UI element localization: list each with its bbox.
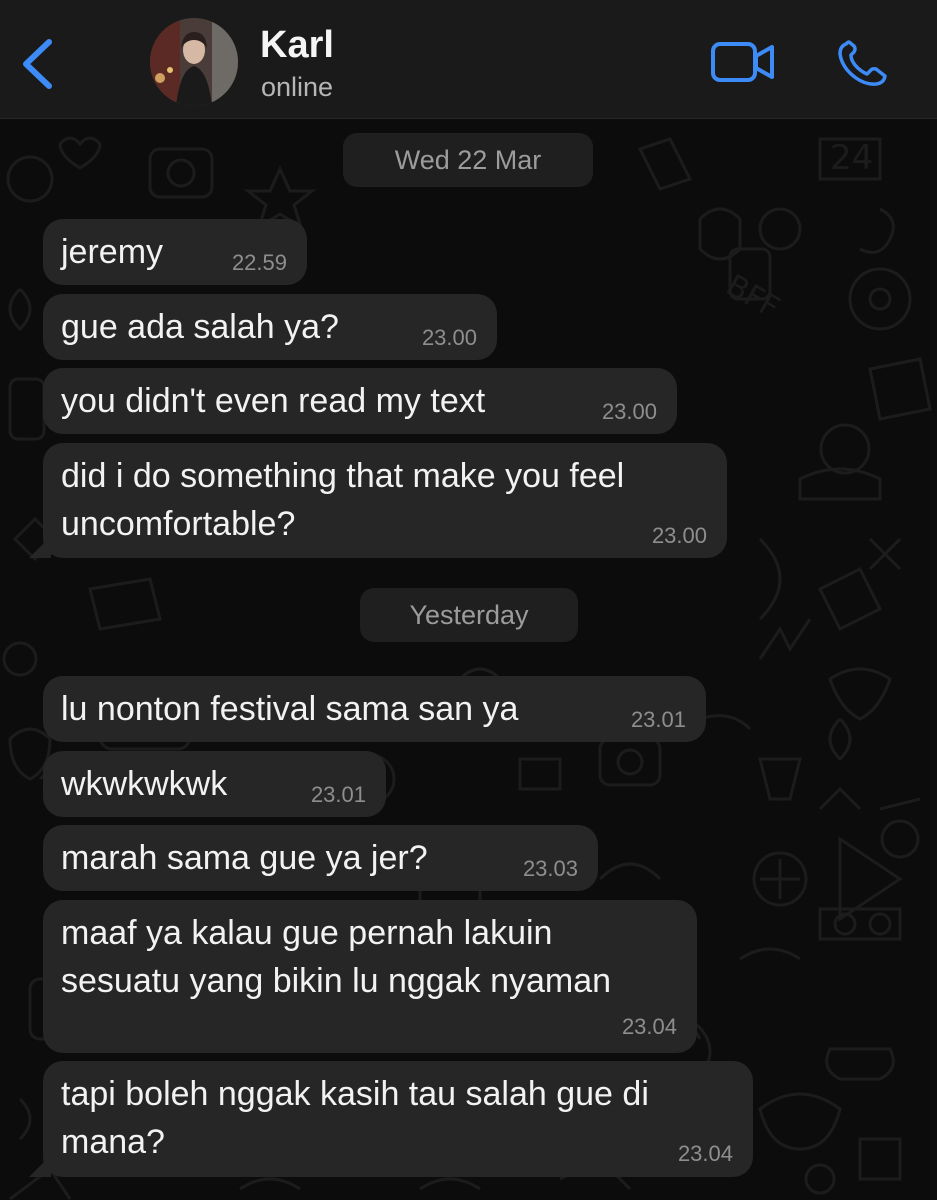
bubble-tail: [29, 1155, 51, 1177]
message-text-line: tapi boleh nggak kasih tau salah gue di: [61, 1075, 649, 1113]
message-time: 23.01: [630, 707, 686, 732]
chat-area[interactable]: 24 BFF Wed 22 Mar Yesterday jeremy 22.59…: [0, 119, 937, 1200]
message-time: 23.00: [601, 399, 657, 424]
svg-text:24: 24: [830, 138, 873, 178]
message-bubble[interactable]: did i do something that make you feel un…: [29, 443, 727, 558]
message-text-line: sesuatu yang bikin lu nggak nyaman: [61, 962, 612, 1000]
message-text-line: did i do something that make you feel: [61, 457, 625, 495]
message-time: 23.04: [677, 1141, 733, 1166]
message-text: you didn't even read my text: [61, 382, 486, 420]
message-bubble[interactable]: gue ada salah ya? 23.00: [43, 294, 497, 360]
message-text-line: uncomfortable?: [61, 505, 296, 543]
message-time: 23.03: [522, 856, 578, 881]
phone-icon: [838, 40, 887, 86]
avatar[interactable]: [150, 18, 238, 106]
message-text: wkwkwkwk: [61, 765, 228, 803]
message-text: lu nonton festival sama san ya: [61, 690, 519, 728]
chat-header: Karl online: [0, 0, 937, 119]
voice-call-button[interactable]: [836, 38, 890, 88]
video-camera-icon: [711, 42, 774, 82]
message-bubble[interactable]: marah sama gue ya jer? 23.03: [43, 825, 598, 891]
message-bubble[interactable]: maaf ya kalau gue pernah lakuin sesuatu …: [43, 900, 697, 1053]
avatar-photo: [150, 18, 238, 106]
message-bubble[interactable]: tapi boleh nggak kasih tau salah gue di …: [29, 1061, 753, 1177]
contact-name[interactable]: Karl: [260, 24, 334, 67]
message-time: 23.00: [651, 523, 707, 548]
message-text-line: mana?: [61, 1123, 165, 1161]
date-separator: Wed 22 Mar: [343, 133, 593, 187]
message-time: 23.01: [310, 782, 366, 807]
message-text: gue ada salah ya?: [61, 308, 339, 346]
message-bubble[interactable]: lu nonton festival sama san ya 23.01: [43, 676, 706, 742]
message-bubble[interactable]: jeremy 22.59: [43, 219, 307, 285]
message-time: 23.00: [421, 325, 477, 350]
message-time: 23.04: [621, 1014, 677, 1039]
message-bubble[interactable]: you didn't even read my text 23.00: [43, 368, 677, 434]
message-time: 22.59: [231, 250, 287, 275]
contact-status: online: [261, 72, 334, 102]
video-call-button[interactable]: [710, 40, 776, 84]
message-text: marah sama gue ya jer?: [61, 839, 428, 877]
message-text-line: maaf ya kalau gue pernah lakuin: [61, 914, 553, 952]
bubble-tail: [29, 536, 51, 558]
back-button[interactable]: [18, 34, 58, 94]
message-text: jeremy: [61, 233, 164, 271]
date-separator: Yesterday: [360, 588, 578, 642]
message-bubble[interactable]: wkwkwkwk 23.01: [43, 751, 386, 817]
chevron-left-icon: [23, 39, 52, 89]
